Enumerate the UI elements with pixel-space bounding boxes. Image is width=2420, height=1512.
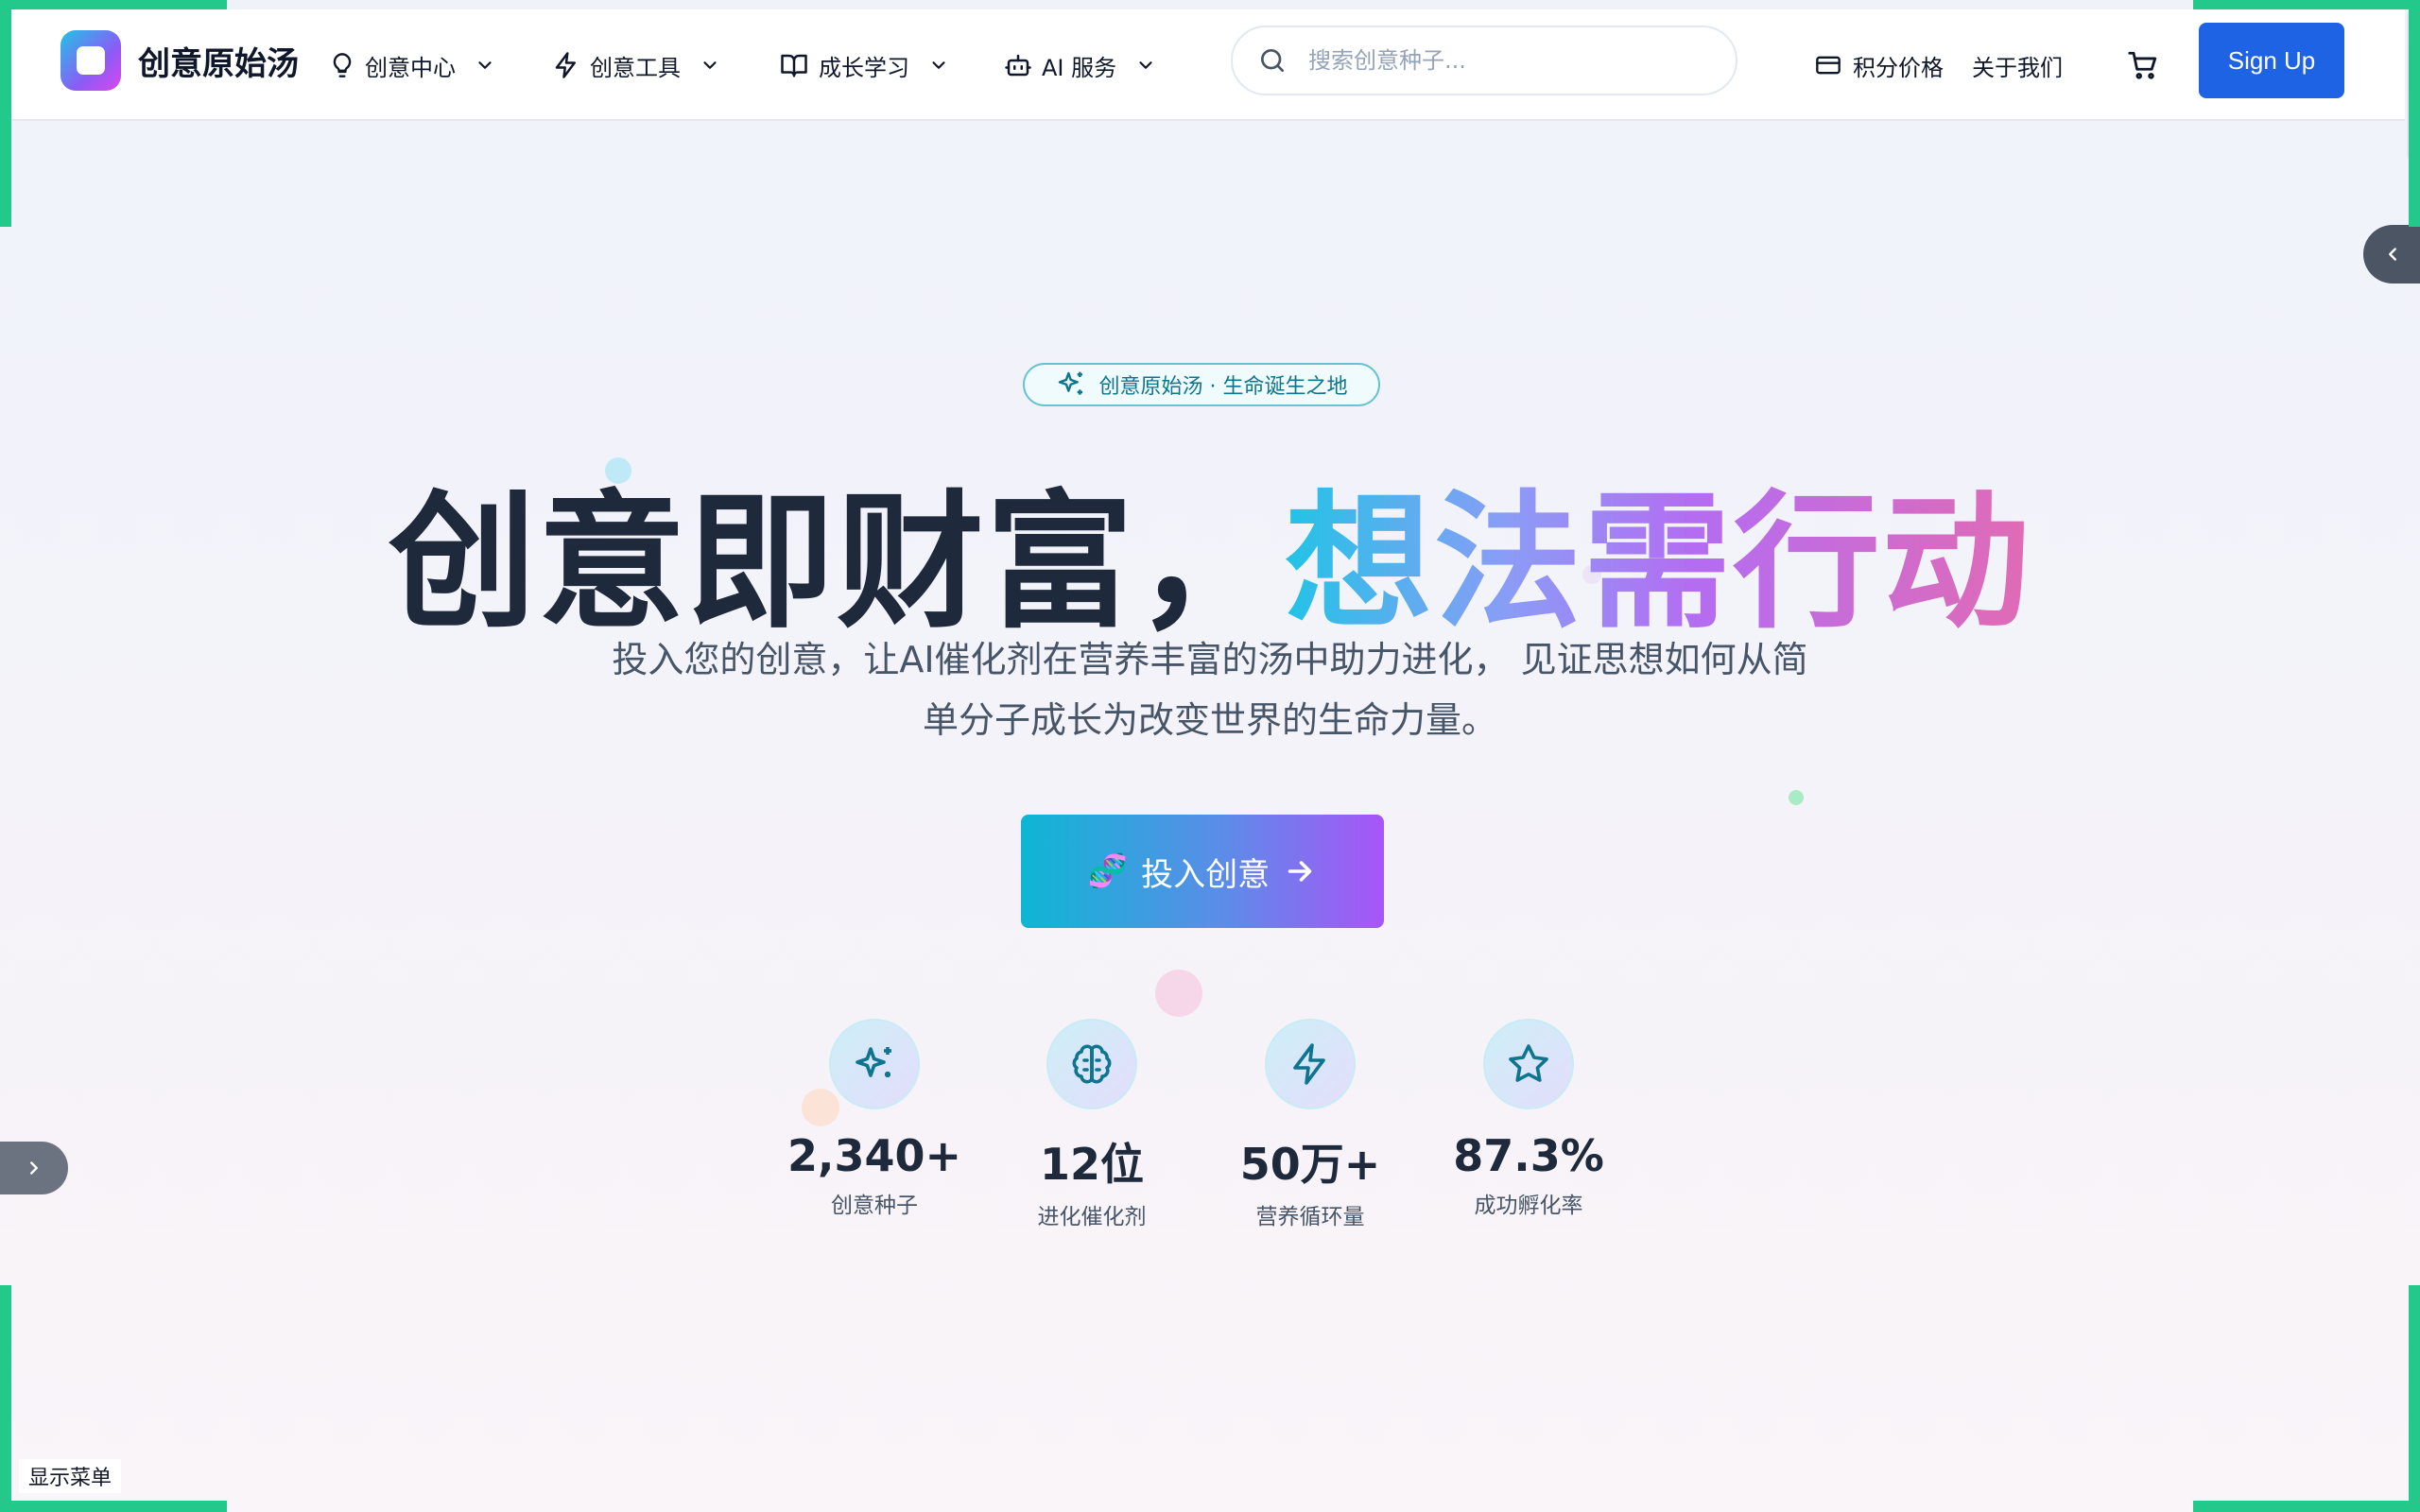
nav-label: 创意工具 [590, 54, 681, 81]
decorative-bubble [1155, 970, 1202, 1017]
show-menu-button[interactable]: 显示菜单 [19, 1459, 122, 1493]
chevron-down-icon [1139, 61, 1152, 69]
decorative-bubble [1789, 790, 1804, 805]
sparkles-icon [856, 1047, 891, 1077]
arrow-right-icon [1288, 861, 1312, 882]
corner-bracket [0, 0, 11, 227]
chevron-down-icon [478, 61, 492, 69]
hero-headline: 创意即财富，想法需行动 [0, 442, 2420, 656]
nav-item-idea-center[interactable]: 创意中心 [329, 9, 495, 121]
brand-name: 创意原始汤 [138, 44, 299, 83]
lightbulb-icon [333, 53, 352, 77]
headline-plain: 创意即财富， [389, 476, 1285, 648]
hero-subtitle: 投入您的创意，让AI催化剂在营养丰富的汤中助力进化， 见证思想如何从简 单分子成… [548, 629, 1872, 750]
stat-value: 12位 [1039, 1139, 1144, 1190]
chevron-down-icon [932, 61, 945, 69]
cart-button[interactable] [2127, 9, 2159, 121]
corner-bracket [2409, 1285, 2420, 1512]
search-icon [1261, 49, 1284, 72]
lightning-icon [555, 52, 576, 78]
nav-item-growth-learning[interactable]: 成长学习 [779, 9, 949, 121]
stat-icon-circle [1046, 1019, 1137, 1109]
stat-label: 进化催化剂 [1037, 1205, 1147, 1229]
brand-logo-link[interactable]: 创意原始汤 [60, 30, 299, 91]
stat-item: 50万+ 营养循环量 [1201, 1019, 1419, 1230]
book-icon [781, 54, 807, 77]
cart-icon [2128, 51, 2157, 79]
dna-icon: 🧬 [1087, 852, 1129, 890]
stat-value: 2,340+ [786, 1130, 962, 1181]
stat-label: 成功孵化率 [1474, 1194, 1583, 1218]
brain-icon [1072, 1044, 1112, 1084]
chevron-down-icon [703, 61, 717, 69]
signup-button[interactable]: Sign Up [2199, 23, 2344, 98]
nav-label: 创意中心 [365, 54, 456, 81]
stat-item: 2,340+ 创意种子 [766, 1019, 983, 1219]
corner-bracket [0, 1501, 227, 1512]
chevron-left-icon [2389, 248, 2396, 261]
hero-badge: 创意原始汤 · 生命诞生之地 [1023, 363, 1380, 406]
stat-item: 12位 进化催化剂 [983, 1019, 1201, 1230]
search-input[interactable] [1308, 47, 1715, 74]
stat-icon-circle [829, 1019, 920, 1109]
nav-item-idea-tools[interactable]: 创意工具 [552, 9, 720, 121]
corner-bracket [2409, 0, 2420, 227]
subtitle-line: 投入您的创意，让AI催化剂在营养丰富的汤中助力进化， 见证思想如何从简 [612, 639, 1808, 680]
stat-label: 创意种子 [831, 1194, 918, 1218]
top-navbar: 创意原始汤 创意中心 创意工具 成长学习 AI 服务 积分价格 关于我们 Sig… [11, 9, 2405, 121]
stat-icon-circle [1483, 1019, 1574, 1109]
lightning-icon [1293, 1043, 1325, 1085]
logo-icon [60, 30, 121, 91]
collapse-panel-button[interactable] [2363, 225, 2420, 284]
credit-card-icon [1816, 56, 1841, 75]
stat-label: 营养循环量 [1255, 1205, 1365, 1229]
stat-item: 87.3% 成功孵化率 [1420, 1019, 1637, 1219]
pricing-label: 积分价格 [1853, 54, 1944, 81]
corner-bracket [0, 1285, 11, 1512]
stat-value: 50万+ [1239, 1139, 1381, 1190]
robot-icon [1005, 54, 1031, 77]
star-icon [1509, 1044, 1548, 1082]
corner-bracket [2193, 0, 2420, 9]
submit-idea-button[interactable]: 🧬 投入创意 [1021, 815, 1384, 928]
subtitle-line: 单分子成长为改变世界的生命力量。 [922, 699, 1497, 741]
nav-label: 成长学习 [819, 54, 909, 81]
stat-icon-circle [1265, 1019, 1356, 1109]
headline-gradient: 想法需行动 [1285, 476, 2031, 648]
corner-bracket [2193, 1501, 2420, 1512]
sparkles-icon [1058, 371, 1082, 395]
badge-text: 创意原始汤 · 生命诞生之地 [1098, 375, 1348, 399]
nav-item-ai-services[interactable]: AI 服务 [1004, 9, 1156, 121]
pricing-link[interactable]: 积分价格 [1813, 9, 1944, 121]
expand-panel-button[interactable] [0, 1142, 68, 1194]
nav-label: AI 服务 [1042, 54, 1117, 81]
about-link[interactable]: 关于我们 [1972, 9, 2063, 121]
search-bar[interactable] [1231, 26, 1737, 95]
corner-bracket [0, 0, 227, 9]
about-label: 关于我们 [1972, 54, 2063, 81]
chevron-right-icon [30, 1161, 38, 1175]
cta-label: 投入创意 [1141, 855, 1270, 894]
stat-value: 87.3% [1453, 1130, 1604, 1181]
